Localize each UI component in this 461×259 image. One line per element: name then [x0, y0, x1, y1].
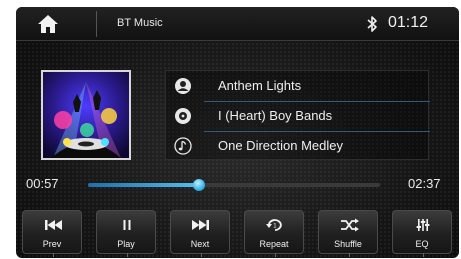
play-button[interactable]: Play: [96, 210, 156, 257]
divider: [423, 253, 424, 257]
shuffle-icon: [341, 218, 359, 232]
elapsed-time: 00:57: [26, 176, 59, 191]
clock: 01:12: [388, 14, 429, 31]
top-bar: BT Music 01:12: [16, 7, 459, 41]
skip-previous-icon: [45, 220, 62, 230]
bluetooth-icon: [367, 16, 377, 32]
album-icon: [175, 108, 191, 124]
progress-bar[interactable]: [88, 179, 380, 191]
playback-controls: Prev Play Next 1 Repeat Shuffle EQ: [22, 210, 454, 257]
play-label: Play: [117, 239, 135, 249]
repeat-button[interactable]: 1 Repeat: [244, 210, 304, 257]
bt-music-screen: BT Music 01:12 Anthem Lights I (Heart) B…: [16, 7, 459, 258]
divider: [53, 253, 54, 257]
top-divider: [96, 11, 97, 37]
next-label: Next: [190, 239, 210, 249]
repeat-label: Repeat: [259, 239, 289, 249]
track-row-artist: Anthem Lights: [166, 71, 430, 101]
track-row-song: One Direction Medley: [166, 131, 430, 161]
svg-text:1: 1: [273, 224, 277, 230]
total-time: 02:37: [408, 176, 441, 191]
home-icon[interactable]: [37, 14, 59, 34]
album-art: [41, 70, 131, 160]
next-button[interactable]: Next: [170, 210, 230, 257]
source-title: BT Music: [117, 17, 163, 29]
divider: [275, 253, 276, 257]
track-info-panel: Anthem Lights I (Heart) Boy Bands One Di…: [165, 70, 430, 161]
artist-icon: [175, 78, 191, 94]
divider: [349, 253, 350, 257]
divider: [127, 253, 128, 257]
divider: [201, 253, 202, 257]
track-row-album: I (Heart) Boy Bands: [166, 101, 430, 131]
music-note-icon: [174, 137, 192, 155]
progress-fill: [88, 183, 199, 187]
eq-label: EQ: [415, 239, 429, 249]
progress-handle[interactable]: [192, 179, 205, 191]
equalizer-icon: [416, 219, 430, 231]
skip-next-icon: [192, 220, 209, 230]
artist-name: Anthem Lights: [218, 78, 302, 93]
song-title: One Direction Medley: [218, 138, 343, 153]
album-name: I (Heart) Boy Bands: [218, 108, 333, 123]
pause-icon: [123, 220, 131, 230]
shuffle-label: Shuffle: [334, 239, 362, 249]
prev-button[interactable]: Prev: [22, 210, 82, 257]
eq-button[interactable]: EQ: [392, 210, 452, 257]
shuffle-button[interactable]: Shuffle: [318, 210, 378, 257]
repeat-icon: 1: [266, 219, 282, 231]
prev-label: Prev: [42, 239, 62, 249]
